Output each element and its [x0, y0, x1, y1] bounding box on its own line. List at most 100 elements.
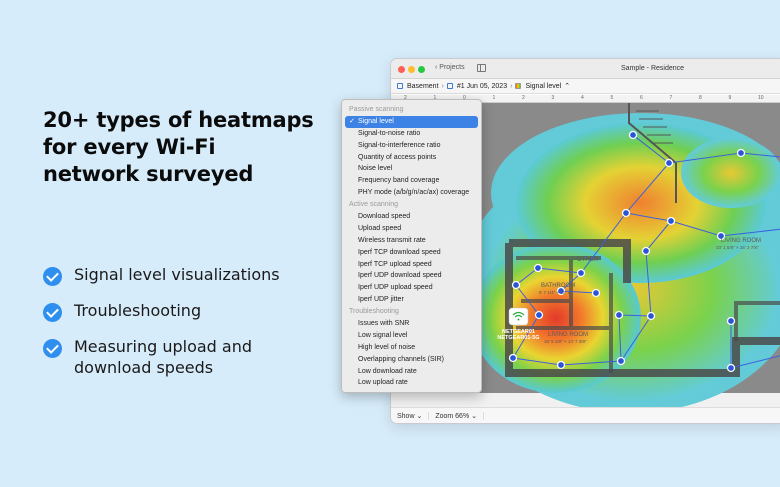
close-window-button[interactable] [398, 66, 405, 73]
heatmap-icon [515, 83, 522, 89]
ruler-tick: 5 [610, 95, 614, 101]
menu-item[interactable]: Iperf TCP upload speed [342, 259, 481, 271]
menu-item[interactable]: Issues with SNR [342, 318, 481, 330]
feature-text: Measuring upload and download speeds [74, 337, 253, 377]
menu-item-label: Iperf TCP upload speed [358, 260, 432, 268]
menu-item[interactable]: Iperf UDP download speed [342, 270, 481, 282]
menu-item-label: Iperf UDP upload speed [358, 284, 433, 292]
menu-item-label: Low signal level [358, 331, 408, 339]
room-name: OTHER [577, 257, 599, 263]
feature-item: Troubleshooting [43, 300, 343, 322]
ruler-tick: 1 [492, 95, 496, 101]
check-circle-icon [43, 303, 62, 322]
feature-item: Measuring upload and download speeds [43, 336, 343, 378]
menu-item[interactable]: High level of noise [342, 342, 481, 354]
menu-item[interactable]: Signal-to-interference ratio [342, 140, 481, 152]
menu-item-label: Upload speed [358, 224, 402, 232]
menu-item-label: Frequency band coverage [358, 177, 440, 185]
menu-item[interactable]: Low signal level [342, 330, 481, 342]
menu-item[interactable]: Upload speed [342, 223, 481, 235]
menu-item-label: Issues with SNR [358, 320, 410, 328]
menu-section-header: Active scanning [342, 199, 481, 211]
menu-item-label: Signal-to-noise ratio [358, 129, 421, 137]
menu-item-label: Wireless transmit rate [358, 236, 426, 244]
menu-item[interactable]: Overlapping channels (SIR) [342, 354, 481, 366]
menu-item-label: PHY mode (a/b/g/n/ac/ax) coverage [358, 189, 470, 197]
menu-item-label: Download speed [358, 213, 411, 221]
menu-item-label: Active scanning [349, 201, 399, 209]
room-name: BATHROOM [541, 283, 575, 289]
menu-item-label: Signal-to-interference ratio [358, 141, 441, 149]
menu-item[interactable]: ✓ Signal level [345, 115, 478, 128]
menu-item-label: Iperf UDP download speed [358, 272, 442, 280]
headline-line: network surveyed [43, 162, 254, 186]
menu-item-label: Quantity of access points [358, 153, 437, 161]
room-name: LIVING ROOM [548, 332, 588, 338]
ruler-tick: 10 [758, 95, 764, 101]
ap-ssid: NETGEAR01-5G [497, 335, 539, 341]
menu-item-label: Troubleshooting [349, 308, 399, 316]
room-dims: 5' 7 1/4" × 10' 1" [539, 290, 572, 295]
feature-text: Signal level visualizations [74, 265, 280, 284]
menu-item-label: Low upload rate [358, 379, 408, 387]
feature-list: Signal level visualizations Troubleshoot… [43, 264, 343, 392]
menu-item-label: High level of noise [358, 343, 416, 351]
zoom-window-button[interactable] [418, 66, 425, 73]
room-dims: 23' 1 5/8" × 25' 3 7/8" [716, 245, 759, 250]
menu-item-label: Iperf TCP download speed [358, 248, 441, 256]
ruler-tick: 2 [522, 95, 525, 101]
feature-text: Troubleshooting [74, 301, 202, 320]
menu-item[interactable]: Iperf UDP jitter [342, 294, 481, 306]
menu-item[interactable]: Noise level [342, 163, 481, 175]
menu-item-label: Noise level [358, 165, 393, 173]
menu-item[interactable]: Iperf UDP upload speed [342, 282, 481, 294]
ruler-tick: 3 [551, 95, 555, 101]
show-menu-button[interactable]: Show ⌄ [391, 411, 430, 420]
menu-item[interactable]: Frequency band coverage [342, 175, 481, 187]
headline-line: for every Wi-Fi [43, 135, 216, 159]
ruler-tick: 7 [669, 95, 673, 101]
ruler-tick: 9 [728, 95, 732, 101]
zoom-menu-button[interactable]: Zoom 66% ⌄ [429, 411, 484, 420]
feature-item: Signal level visualizations [43, 264, 343, 286]
check-circle-icon [43, 267, 62, 286]
survey-icon [446, 83, 453, 89]
ruler-tick: 4 [581, 95, 584, 101]
ruler-tick: 6 [640, 95, 643, 101]
breadcrumb-survey[interactable]: #1 Jun 05, 2023 [457, 83, 507, 90]
sidebar-toggle-icon[interactable] [477, 64, 486, 72]
chevron-right-icon: › [510, 82, 513, 90]
chevron-right-icon: › [441, 82, 444, 90]
menu-item[interactable]: Signal-to-noise ratio [342, 128, 481, 140]
headline-line: 20+ types of heatmaps [43, 108, 314, 132]
visualization-dropdown-menu: Passive scanning ✓ Signal level Signal-to-n… [341, 99, 482, 393]
menu-item[interactable]: Low download rate [342, 366, 481, 378]
menu-section-header: Passive scanning [342, 104, 481, 116]
minimize-window-button[interactable] [408, 66, 415, 73]
status-bar: Show ⌄ Zoom 66% ⌄ [391, 407, 780, 423]
back-to-projects-link[interactable]: ‹ Projects [435, 64, 465, 71]
breadcrumb-visualization[interactable]: Signal level [525, 83, 561, 90]
menu-item-label: Low download rate [358, 367, 417, 375]
room-dims: 15' 5 1/8" × 14' 7 3/8" [544, 339, 587, 344]
menu-item[interactable]: PHY mode (a/b/g/n/ac/ax) coverage [342, 187, 481, 199]
menu-item-label: Signal level [358, 117, 394, 125]
menu-item[interactable]: Download speed [342, 211, 481, 223]
menu-item-label: Overlapping channels (SIR) [358, 355, 444, 363]
title-bar: ‹ Projects Sample - Residence [391, 59, 780, 79]
menu-item[interactable]: Wireless transmit rate [342, 235, 481, 247]
menu-item[interactable]: Iperf TCP download speed [342, 247, 481, 259]
checkmark-icon: ✓ [349, 117, 355, 125]
menu-item[interactable]: Low upload rate [342, 377, 481, 389]
breadcrumb-floor[interactable]: Basement [407, 83, 439, 90]
headline: 20+ types of heatmaps for every Wi-Fi ne… [43, 107, 343, 188]
check-circle-icon [43, 339, 62, 358]
floor-icon [397, 83, 403, 89]
room-name: LIVING ROOM [721, 238, 761, 244]
menu-item-label: Iperf UDP jitter [358, 296, 404, 304]
chevron-updown-icon[interactable]: ⌃ [564, 82, 570, 90]
menu-item[interactable]: Quantity of access points [342, 152, 481, 164]
breadcrumb: Basement › #1 Jun 05, 2023 › Signal leve… [391, 79, 780, 94]
menu-item-label: Passive scanning [349, 106, 404, 113]
ruler-tick: 8 [699, 95, 702, 101]
